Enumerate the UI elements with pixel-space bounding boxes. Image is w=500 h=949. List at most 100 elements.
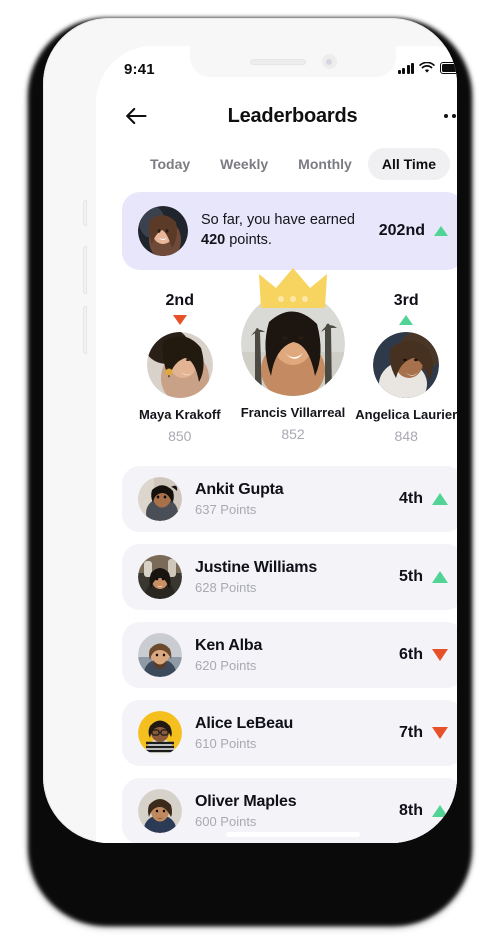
row-rank: 7th [399, 723, 423, 741]
row-points: 600 Points [195, 814, 257, 830]
phone-device-body: 9:41 Leaderboards Today Weekly Monthly A… [43, 18, 457, 843]
triangle-down-icon [432, 648, 448, 661]
podium-third-rank: 3rd [393, 292, 419, 309]
row-points: 610 Points [195, 736, 257, 752]
podium: 2nd Maya Krakoff 850 Francis Villarreal … [122, 268, 457, 444]
more-options-button[interactable] [434, 108, 457, 124]
avatar-image [138, 206, 188, 256]
row-points: 637 Points [195, 502, 257, 518]
podium-first-name: Francis Villarreal [240, 405, 346, 420]
front-camera-icon [321, 54, 337, 69]
row-rank: 8th [399, 801, 423, 819]
back-button[interactable] [121, 101, 151, 131]
triangle-up-icon [432, 492, 448, 505]
tab-today[interactable]: Today [136, 148, 204, 180]
ellipsis-icon-dot [451, 113, 456, 119]
podium-third-score: 848 [394, 427, 418, 444]
triangle-up-icon [432, 570, 448, 583]
phone-screen: 9:41 Leaderboards Today Weekly Monthly A… [96, 46, 457, 843]
table-row[interactable]: Alice LeBeau 610 Points 7th [122, 699, 457, 766]
tab-weekly[interactable]: Weekly [206, 148, 282, 180]
status-time: 9:41 [124, 60, 155, 78]
podium-second-place[interactable]: 2nd Maya Krakoff 850 [124, 292, 236, 444]
podium-second-avatar [146, 332, 213, 398]
avatar-image [138, 710, 182, 755]
avatar-image [373, 332, 440, 398]
row-points: 628 Points [195, 580, 257, 596]
wifi-icon [419, 62, 435, 73]
avatar-image [138, 788, 182, 833]
app-header: Leaderboards [96, 90, 457, 142]
period-tabs: Today Weekly Monthly All Time [96, 142, 457, 190]
row-rank-group: 8th [399, 802, 448, 820]
row-name: Ankit Gupta [195, 481, 284, 498]
podium-second-trend [172, 315, 187, 325]
tab-monthly[interactable]: Monthly [284, 148, 366, 180]
podium-second-name: Maya Krakoff [138, 407, 221, 422]
my-rank-points: 420 [201, 232, 226, 248]
triangle-up-icon [434, 226, 448, 236]
row-avatar [138, 554, 182, 599]
triangle-down-icon [432, 726, 448, 739]
row-name: Alice LeBeau [195, 715, 294, 732]
avatar-image [138, 632, 182, 677]
home-indicator[interactable] [226, 831, 360, 837]
my-rank-text-after: points. [225, 232, 272, 248]
podium-third-trend [399, 315, 414, 325]
podium-first-place[interactable]: Francis Villarreal 852 [237, 268, 349, 442]
volume-down-button[interactable] [83, 306, 87, 354]
avatar-image [138, 554, 182, 599]
row-rank-group: 4th [399, 490, 448, 508]
row-avatar [138, 632, 182, 677]
triangle-up-icon [399, 315, 414, 325]
row-avatar [138, 788, 182, 833]
podium-first-score: 852 [281, 425, 305, 442]
leaderboard-content: So far, you have earned 420 points. 202n… [96, 190, 457, 843]
row-points: 620 Points [195, 658, 257, 674]
row-info: Oliver Maples 600 Points [195, 792, 386, 829]
leaderboard-list: Ankit Gupta 637 Points 4th Justine Willi… [122, 465, 457, 843]
my-rank-text-before: So far, you have earned [201, 212, 355, 229]
podium-third-avatar [373, 332, 440, 398]
volume-up-button[interactable] [83, 246, 87, 294]
row-info: Alice LeBeau 610 Points [195, 714, 386, 751]
silent-switch[interactable] [83, 200, 87, 226]
row-rank: 6th [399, 645, 423, 663]
podium-second-rank: 2nd [165, 292, 194, 309]
row-avatar [138, 710, 182, 755]
device-notch [190, 46, 396, 77]
row-info: Ankit Gupta 637 Points [195, 480, 386, 517]
row-rank-group: 7th [399, 724, 448, 742]
battery-full-icon [440, 62, 457, 74]
row-name: Justine Williams [195, 559, 318, 576]
tab-all-time[interactable]: All Time [367, 148, 451, 180]
row-info: Justine Williams 628 Points [195, 558, 386, 595]
row-rank-group: 6th [399, 646, 448, 664]
earpiece-speaker-icon [249, 58, 306, 65]
status-icons [397, 62, 457, 74]
triangle-up-icon [432, 804, 448, 817]
row-name: Ken Alba [195, 637, 263, 654]
my-avatar [138, 206, 188, 256]
avatar-image [138, 476, 182, 521]
podium-first-crown-wrap [241, 268, 345, 396]
podium-third-place[interactable]: 3rd Angelica Laurier 848 [350, 292, 457, 444]
my-rank-card[interactable]: So far, you have earned 420 points. 202n… [122, 192, 457, 270]
my-rank-message: So far, you have earned 420 points. [201, 211, 366, 250]
table-row[interactable]: Ankit Gupta 637 Points 4th [122, 465, 457, 532]
podium-third-name: Angelica Laurier [355, 407, 457, 422]
table-row[interactable]: Justine Williams 628 Points 5th [122, 543, 457, 610]
screenshot-root: 9:41 Leaderboards Today Weekly Monthly A… [0, 0, 500, 949]
row-rank: 5th [399, 567, 423, 585]
row-avatar [138, 476, 182, 521]
table-row[interactable]: Ken Alba 620 Points 6th [122, 621, 457, 688]
row-name: Oliver Maples [195, 793, 297, 810]
triangle-down-icon [172, 315, 187, 325]
my-rank-right: 202nd [379, 222, 448, 240]
ellipsis-icon-dot [443, 113, 448, 119]
my-rank-position: 202nd [378, 222, 425, 239]
row-rank: 4th [399, 489, 423, 507]
row-rank-group: 5th [399, 568, 448, 586]
page-title: Leaderboards [227, 104, 358, 127]
avatar-image [146, 332, 213, 398]
